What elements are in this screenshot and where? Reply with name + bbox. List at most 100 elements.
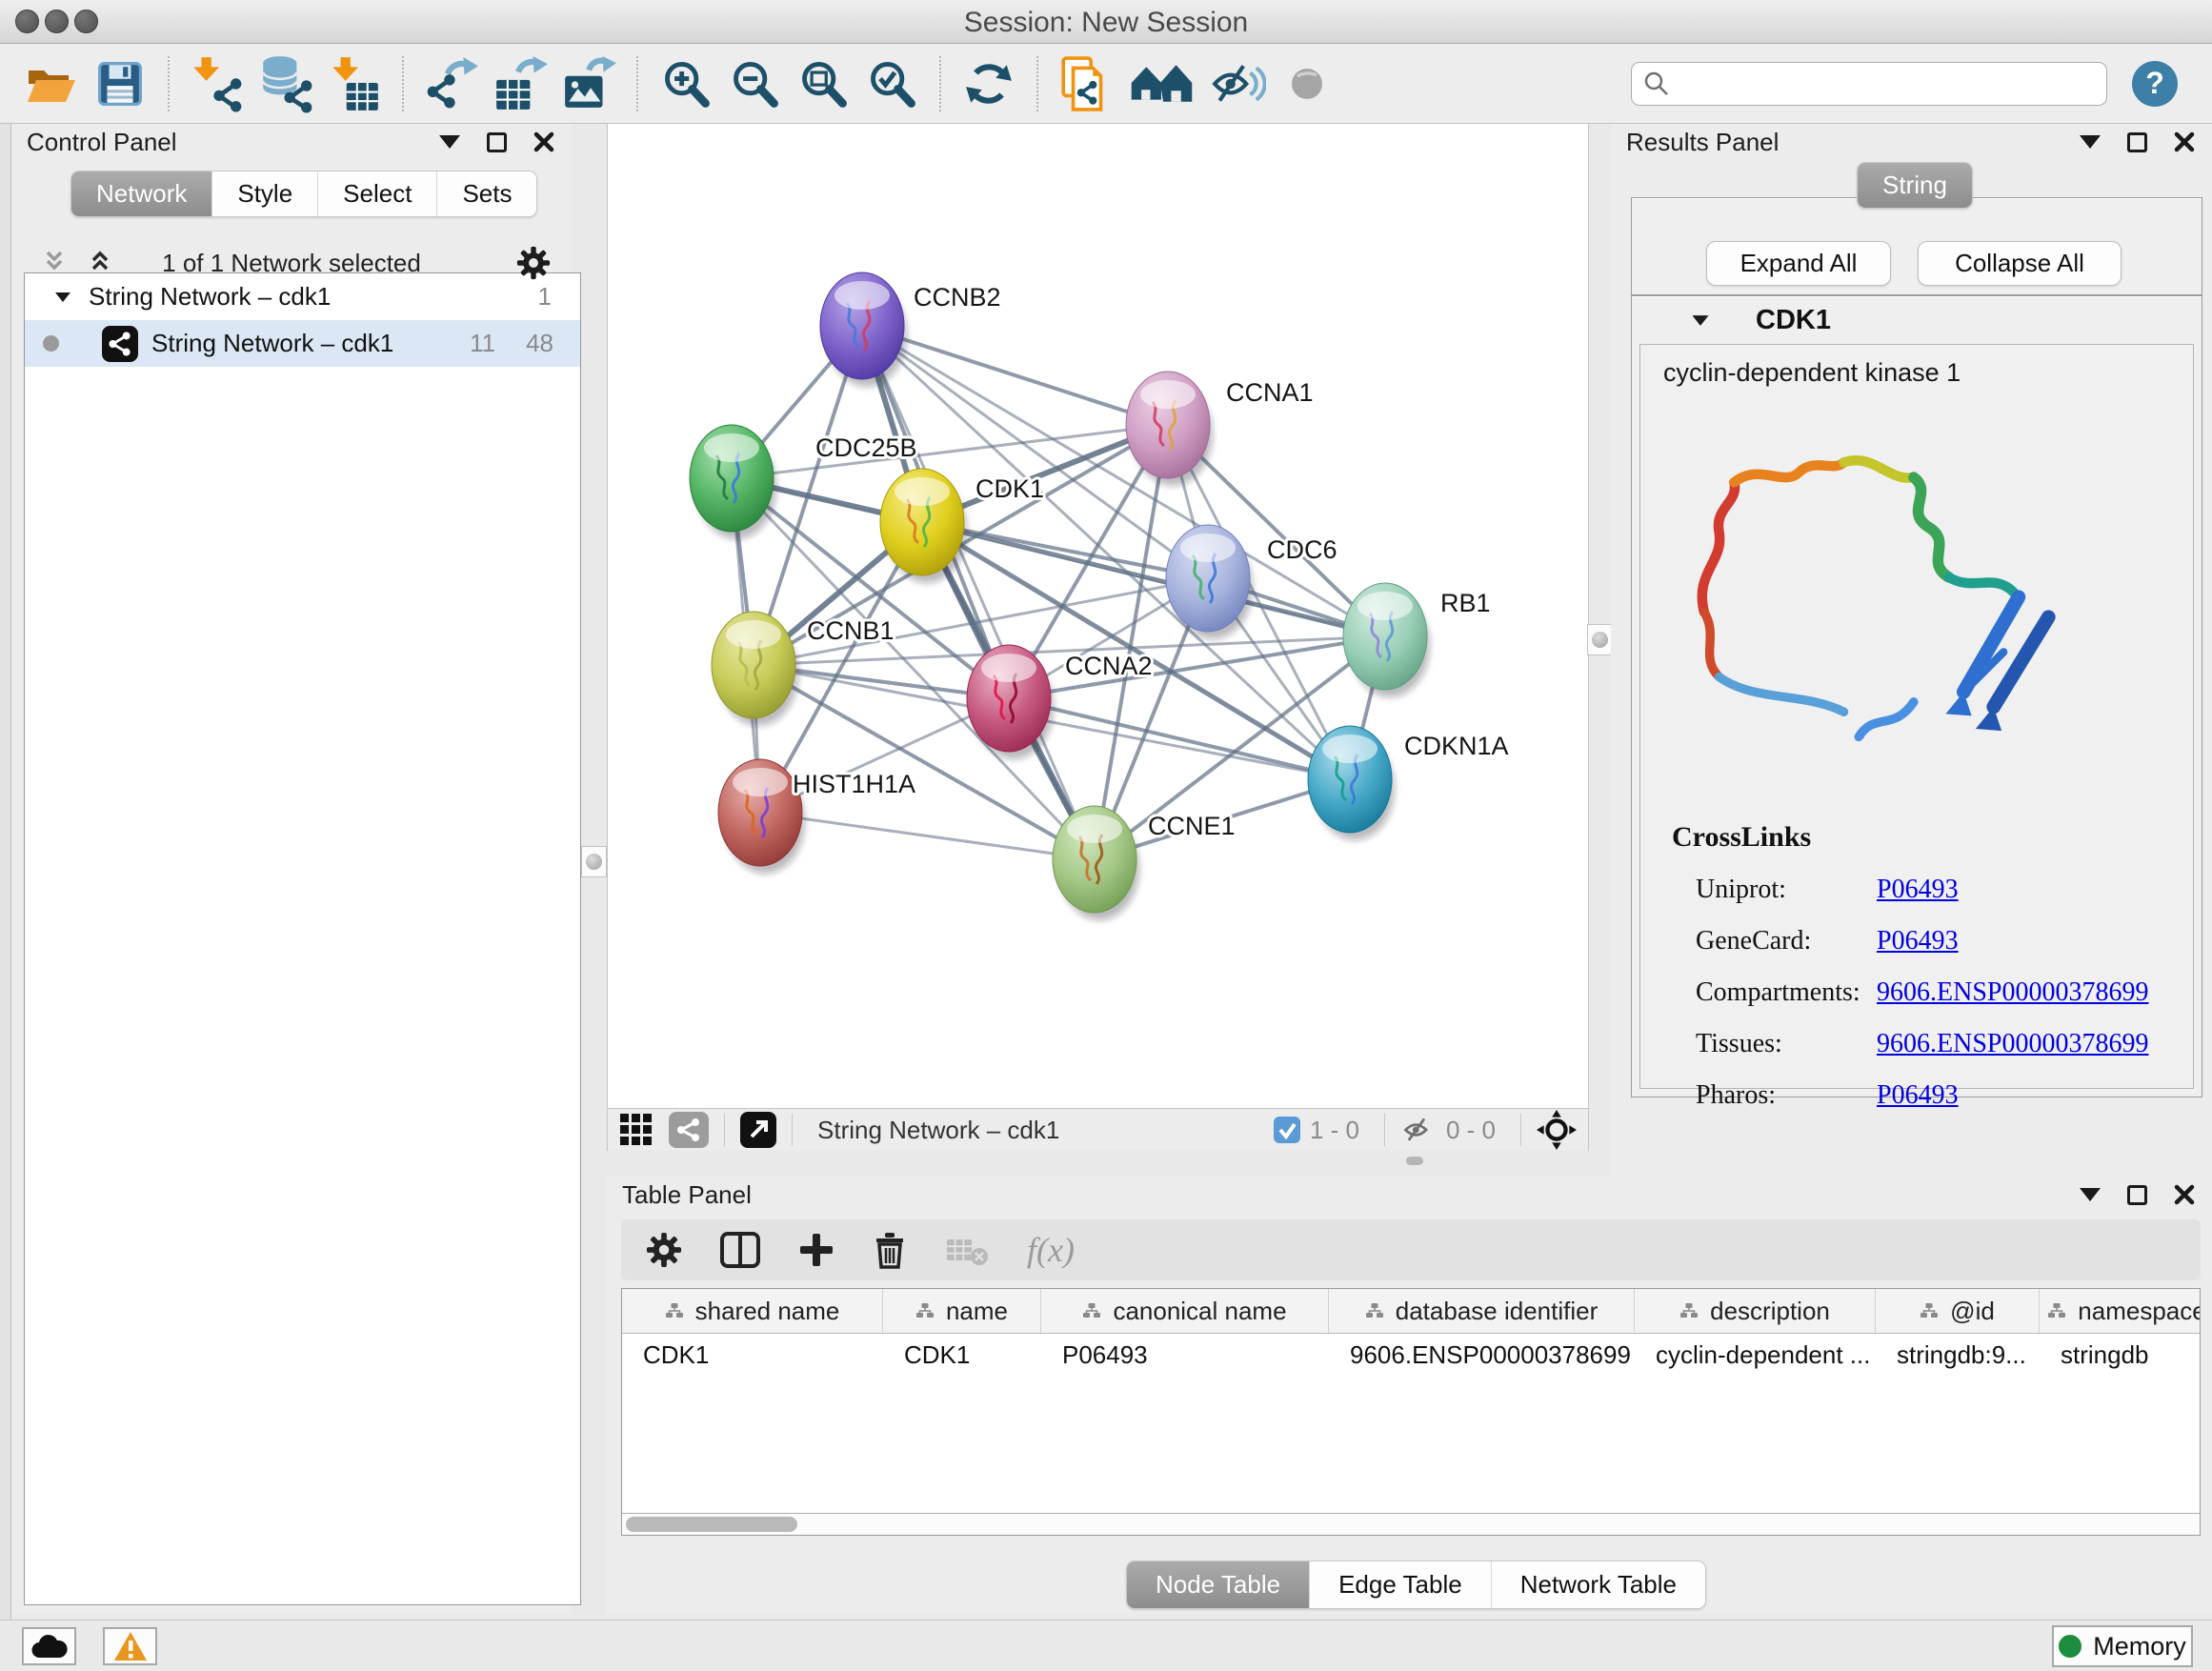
network-node-CCNA2[interactable]: [967, 645, 1054, 759]
network-edge-CCNA2-CDKN1A[interactable]: [1009, 698, 1350, 779]
tab-string[interactable]: String: [1858, 163, 1972, 208]
share-network-icon[interactable]: [669, 1112, 709, 1148]
tab-node-table[interactable]: Node Table: [1127, 1561, 1310, 1608]
expand-all-button[interactable]: Expand All: [1706, 241, 1891, 286]
crosslink-link[interactable]: 9606.ENSP00000378699: [1877, 1029, 2148, 1059]
zoom-selected-button[interactable]: [862, 52, 921, 115]
network-node-RB1[interactable]: [1343, 583, 1430, 697]
table-cell[interactable]: CDK1: [883, 1334, 1041, 1377]
network-edge-CCNB2-CCNA1[interactable]: [862, 326, 1168, 425]
maximize-panel-icon[interactable]: [2127, 1185, 2147, 1205]
maximize-panel-icon[interactable]: [487, 132, 507, 152]
selected-checkbox-icon[interactable]: [1274, 1117, 1300, 1143]
network-node-CCNE1[interactable]: [1053, 806, 1139, 920]
first-neighbors-button[interactable]: [1125, 52, 1199, 115]
close-panel-icon[interactable]: [533, 131, 554, 152]
float-panel-icon[interactable]: [439, 135, 460, 149]
network-node-CDKN1A[interactable]: [1308, 726, 1395, 840]
network-item-row[interactable]: String Network – cdk1 11 48: [25, 320, 580, 367]
network-edge-HIST1H1A-CCNE1[interactable]: [760, 813, 1095, 859]
column-header-shared-name[interactable]: shared name: [622, 1289, 883, 1333]
maximize-panel-icon[interactable]: [2127, 132, 2147, 152]
scrollbar-thumb[interactable]: [626, 1517, 797, 1532]
zoom-out-button[interactable]: [725, 52, 784, 115]
close-panel-icon[interactable]: [2174, 1184, 2195, 1205]
table-cell[interactable]: CDK1: [622, 1334, 883, 1377]
column-header-database-identifier[interactable]: database identifier: [1329, 1289, 1635, 1333]
collapse-all-button[interactable]: Collapse All: [1918, 241, 2122, 286]
float-panel-icon[interactable]: [2080, 1188, 2101, 1201]
horizontal-splitter-handle[interactable]: [1406, 1157, 1423, 1165]
tab-select[interactable]: Select: [318, 171, 437, 216]
hide-selected-button[interactable]: [1209, 52, 1268, 115]
delete-column-trash-icon[interactable]: [873, 1231, 907, 1269]
import-network-from-database-button[interactable]: [256, 52, 315, 115]
network-canvas[interactable]: CCNB2CCNA1CDC25BCDK1CDC6RB1CCNB1CCNA2CDK…: [608, 124, 1588, 1108]
table-cell[interactable]: stringdb:9...: [1876, 1334, 2040, 1377]
delete-table-icon[interactable]: [945, 1234, 989, 1266]
import-table-button[interactable]: [325, 52, 384, 115]
table-row[interactable]: CDK1CDK1P064939606.ENSP00000378699cyclin…: [622, 1334, 2200, 1377]
tab-network[interactable]: Network: [71, 171, 212, 216]
close-panel-icon[interactable]: [2174, 131, 2195, 152]
column-header-namespace[interactable]: namespace: [2040, 1289, 2201, 1333]
cloud-status-button[interactable]: [22, 1627, 76, 1665]
collection-expander-icon[interactable]: [54, 291, 71, 304]
column-header-canonical-name[interactable]: canonical name: [1041, 1289, 1329, 1333]
right-splitter-handle[interactable]: [1587, 624, 1613, 655]
save-session-button[interactable]: [90, 52, 150, 115]
network-node-CCNB2[interactable]: [820, 272, 907, 387]
crosslink-link[interactable]: P06493: [1877, 875, 1959, 905]
memory-button[interactable]: Memory: [2052, 1625, 2193, 1667]
table-horizontal-scrollbar[interactable]: [622, 1513, 2200, 1535]
open-in-new-window-icon[interactable]: [740, 1112, 776, 1148]
table-cell[interactable]: P06493: [1041, 1334, 1329, 1377]
table-cell[interactable]: cyclin-dependent ...: [1635, 1334, 1876, 1377]
left-splitter-handle[interactable]: [581, 846, 607, 877]
crosslink-link[interactable]: P06493: [1877, 1080, 1959, 1111]
export-image-button[interactable]: [559, 52, 618, 115]
table-cell[interactable]: 9606.ENSP00000378699: [1329, 1334, 1635, 1377]
network-collection-row[interactable]: String Network – cdk1 1: [25, 273, 580, 320]
birdseye-view-icon[interactable]: [1537, 1110, 1577, 1150]
table-settings-gear-icon[interactable]: [646, 1232, 682, 1268]
tab-sets[interactable]: Sets: [437, 171, 536, 216]
add-column-icon[interactable]: [798, 1232, 835, 1268]
network-node-CCNA1[interactable]: [1126, 372, 1213, 486]
copy-network-button[interactable]: [1056, 52, 1116, 115]
warnings-button[interactable]: [103, 1627, 157, 1665]
node-table[interactable]: shared namenamecanonical namedatabase id…: [621, 1288, 2201, 1536]
float-panel-icon[interactable]: [2080, 135, 2101, 149]
zoom-in-button[interactable]: [656, 52, 715, 115]
show-all-button[interactable]: [1277, 52, 1337, 115]
export-table-button[interactable]: [491, 52, 550, 115]
crosslink-link[interactable]: 9606.ENSP00000378699: [1877, 977, 2148, 1008]
export-network-button[interactable]: [422, 52, 481, 115]
network-node-CDK1[interactable]: [880, 469, 967, 583]
table-cell[interactable]: stringdb: [2040, 1334, 2201, 1377]
column-header-description[interactable]: description: [1635, 1289, 1876, 1333]
toolbar-separator: [636, 56, 638, 111]
network-options-gear-icon[interactable]: [516, 246, 551, 280]
apply-layout-button[interactable]: [959, 52, 1018, 115]
import-network-button[interactable]: [188, 52, 247, 115]
grid-view-icon[interactable]: [619, 1113, 654, 1147]
network-node-CCNB1[interactable]: [712, 612, 798, 726]
hidden-eye-icon[interactable]: [1400, 1116, 1437, 1144]
tab-style[interactable]: Style: [212, 171, 318, 216]
tab-network-table[interactable]: Network Table: [1492, 1561, 1705, 1608]
search-input[interactable]: [1679, 69, 2095, 98]
tab-edge-table[interactable]: Edge Table: [1310, 1561, 1492, 1608]
split-columns-icon[interactable]: [720, 1232, 760, 1268]
zoom-fit-button[interactable]: [794, 52, 853, 115]
crosslink-link[interactable]: P06493: [1877, 926, 1959, 956]
network-view[interactable]: CCNB2CCNA1CDC25BCDK1CDC6RB1CCNB1CCNA2CDK…: [607, 124, 1589, 1151]
column-header-name[interactable]: name: [883, 1289, 1041, 1333]
help-button[interactable]: ?: [2132, 61, 2178, 107]
collapse-section-icon[interactable]: [1691, 313, 1710, 328]
node-result-header[interactable]: CDK1: [1632, 296, 2202, 344]
export-table-icon: [493, 56, 548, 111]
open-session-button[interactable]: [22, 52, 81, 115]
function-builder-icon[interactable]: f(x): [1027, 1230, 1075, 1270]
column-header--id[interactable]: @id: [1876, 1289, 2040, 1333]
